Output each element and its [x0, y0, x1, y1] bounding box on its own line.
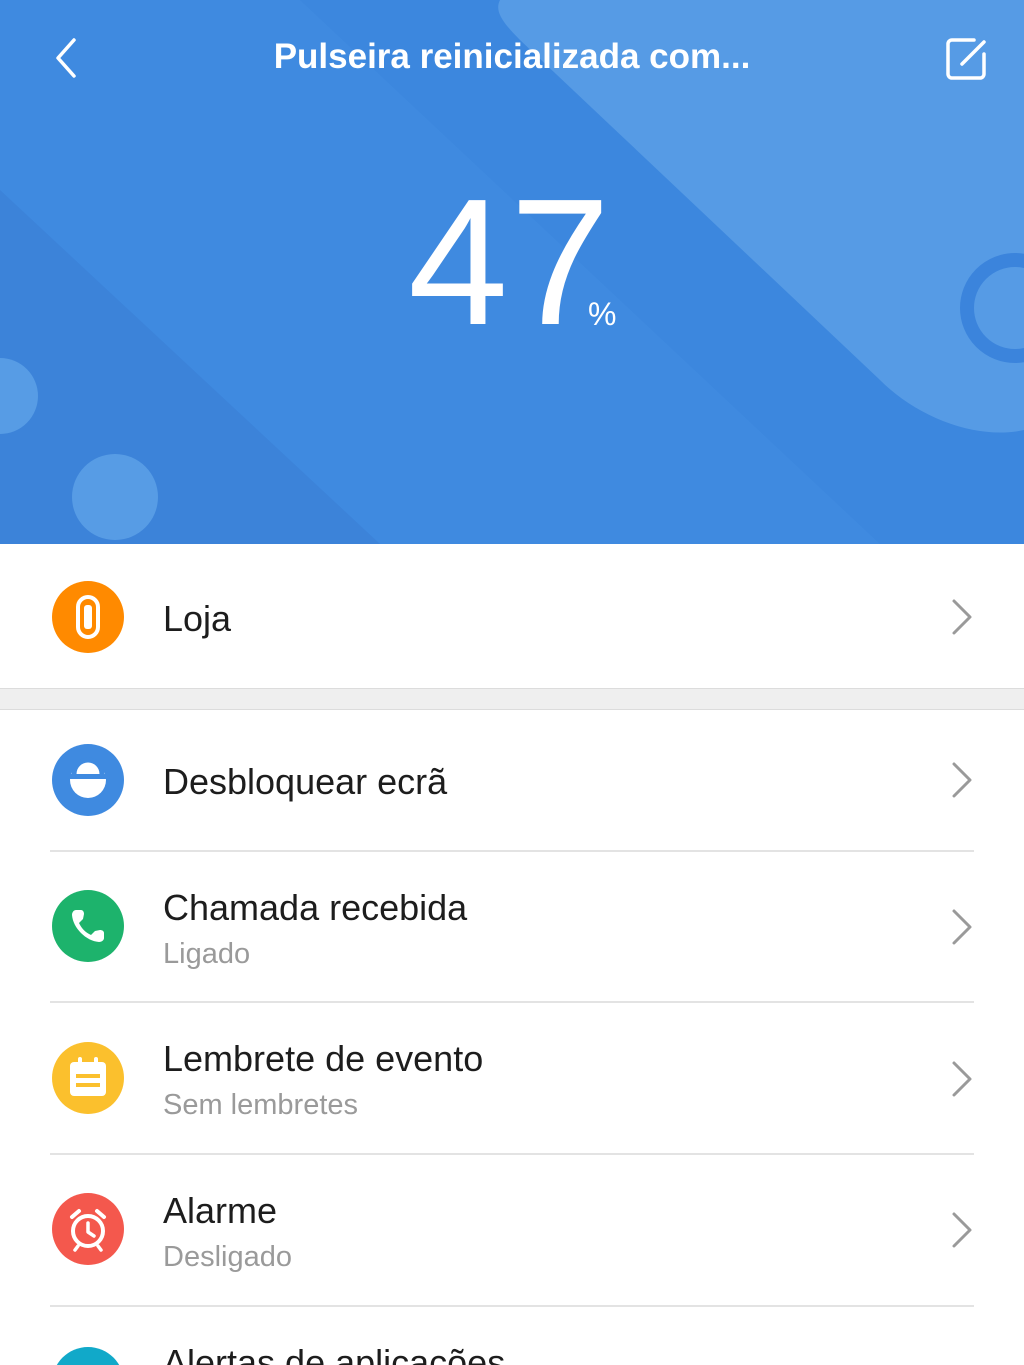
battery-header: Pulseira reinicializada com... 47 %	[0, 0, 1024, 544]
menu-item-status: Sem lembretes	[163, 1089, 359, 1121]
band-icon	[76, 595, 100, 639]
menu-item-app-alerts[interactable]: Alertas de aplicações	[0, 1307, 1024, 1365]
back-button[interactable]	[44, 30, 94, 86]
phone-icon	[72, 910, 104, 942]
chevron-right-icon	[952, 762, 972, 798]
unlock-item-icon-wrap	[52, 744, 124, 816]
menu-item-label: Alertas de aplicações	[163, 1342, 506, 1365]
alarm-clock-icon	[70, 1209, 106, 1252]
menu-item-incoming-call[interactable]: Chamada recebida Ligado	[0, 852, 1024, 1002]
menu-item-label: Lembrete de evento	[163, 1038, 484, 1079]
alarm-item-icon-wrap	[52, 1193, 124, 1265]
store-item-icon-wrap	[52, 581, 124, 653]
page-title: Pulseira reinicializada com...	[273, 37, 751, 76]
unlock-icon	[69, 757, 107, 798]
app-alerts-item-icon-wrap	[52, 1347, 124, 1365]
chevron-right-icon	[952, 1061, 972, 1097]
menu-item-label: Desbloquear ecrã	[163, 761, 448, 802]
edit-button[interactable]	[940, 32, 994, 86]
chevron-left-icon	[56, 38, 76, 78]
menu-item-alarm[interactable]: Alarme Desligado	[0, 1155, 1024, 1305]
menu-item-label: Chamada recebida	[163, 887, 468, 928]
section-divider	[0, 688, 1024, 710]
chevron-right-icon	[952, 599, 972, 635]
battery-percentage: 47	[408, 162, 613, 363]
menu-item-status: Desligado	[163, 1241, 292, 1273]
calendar-note-icon	[70, 1057, 106, 1096]
edit-icon	[946, 38, 986, 80]
chevron-right-icon	[952, 909, 972, 945]
menu-item-label: Alarme	[163, 1190, 278, 1231]
chevron-right-icon	[952, 1212, 972, 1248]
menu-item-event-reminder[interactable]: Lembrete de evento Sem lembretes	[0, 1003, 1024, 1153]
battery-unit: %	[588, 296, 617, 332]
call-item-icon-wrap	[52, 890, 124, 962]
menu-item-unlock-screen[interactable]: Desbloquear ecrã	[0, 710, 1024, 850]
menu-item-status: Ligado	[163, 938, 251, 970]
app-alert-icon	[52, 1347, 124, 1365]
menu-item-label: Loja	[163, 598, 232, 639]
menu-item-store[interactable]: Loja	[0, 544, 1024, 688]
event-item-icon-wrap	[52, 1042, 124, 1114]
